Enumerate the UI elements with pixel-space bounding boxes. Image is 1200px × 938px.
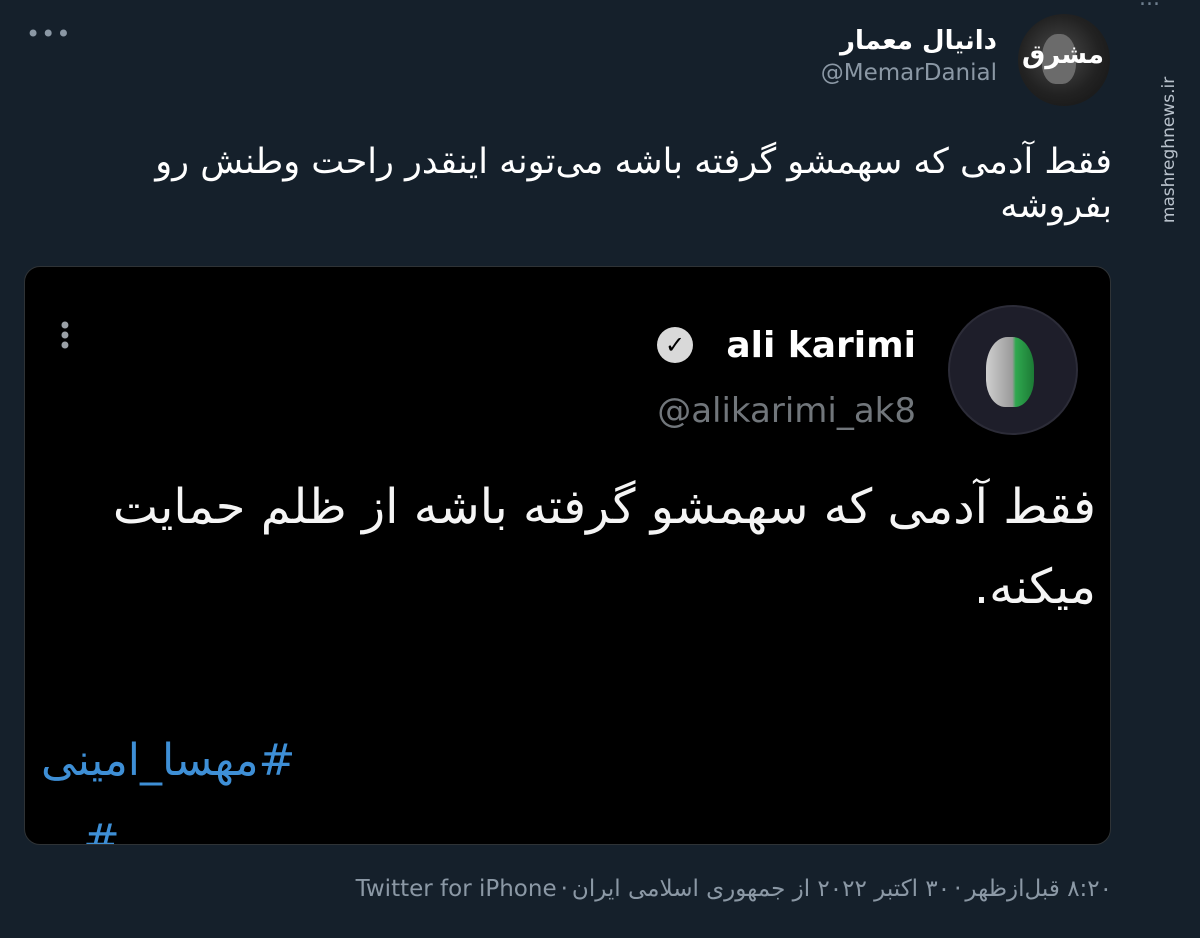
quoted-tweet-card[interactable]: • • • ✓ ali karimi @alikarimi_ak8 فقط آدمی… — [24, 266, 1111, 845]
avatar-logo-text: مشرق — [1022, 40, 1104, 70]
tweet-source[interactable]: Twitter for iPhone — [356, 876, 557, 902]
hashtag-link[interactable]: #مهسا_امینی — [41, 735, 295, 786]
quoted-author-name[interactable]: ali karimi — [726, 325, 916, 366]
watermark: mashreghnews.ir — [1159, 76, 1179, 224]
tweet-date[interactable]: ۳۰ اکتبر ۲۰۲۲ از جمهوری اسلامی ایران — [572, 876, 950, 902]
verified-badge-icon: ✓ — [657, 327, 693, 363]
author-avatar[interactable]: مشرق — [1018, 14, 1110, 106]
meta-separator: · — [560, 876, 568, 902]
quoted-avatar-face-icon — [986, 337, 1034, 407]
quoted-tweet-text: فقط آدمی که سهمشو گرفته باشه از ظلم حمای… — [112, 479, 1096, 615]
previous-tweet-cutoff-text: ... — [540, 0, 1160, 8]
hashtag-link-partial[interactable]: #... — [41, 815, 120, 844]
more-options-icon[interactable]: ••• — [26, 20, 71, 48]
quoted-author-handle[interactable]: @alikarimi_ak8 — [657, 391, 916, 431]
quoted-author-avatar[interactable] — [948, 305, 1078, 435]
author-name[interactable]: دانیال معمار — [840, 26, 997, 56]
tweet-metadata: ۸:۲۰ قبل‌ازظهر·۳۰ اکتبر ۲۰۲۲ از جمهوری ا… — [112, 876, 1112, 902]
tweet-time[interactable]: ۸:۲۰ قبل‌ازظهر — [965, 876, 1112, 902]
quoted-more-options-icon[interactable]: • • • — [55, 314, 75, 358]
tweet-text: فقط آدمی که سهمشو گرفته باشه می‌تونه این… — [155, 142, 1112, 226]
meta-separator: · — [954, 876, 962, 902]
author-handle[interactable]: @MemarDanial — [821, 60, 997, 86]
